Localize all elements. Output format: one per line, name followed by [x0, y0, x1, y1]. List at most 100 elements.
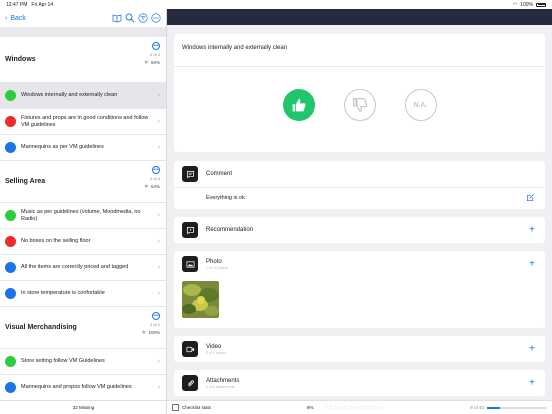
video-icon: [182, 341, 198, 357]
comment-text: Everything is ok: [206, 194, 245, 201]
star-icon: ★: [143, 60, 149, 66]
list-item[interactable]: Windows internally and externally clean …: [0, 83, 166, 109]
edit-icon[interactable]: [526, 193, 535, 202]
status-dot: [5, 288, 16, 299]
more-icon[interactable]: [151, 13, 161, 23]
thumbs-up-button[interactable]: [282, 89, 315, 121]
checklist-stats-bar[interactable]: Checklist stats 8% ☆☆☆☆☆☆☆☆☆☆☆☆ 9 of 40: [167, 400, 552, 414]
not-applicable-button[interactable]: N.A.: [404, 89, 437, 121]
photo-card: Photo 1 of 10 photos +: [174, 251, 545, 328]
chevron-right-icon: ›: [157, 118, 160, 125]
add-photo-icon[interactable]: +: [529, 259, 535, 270]
item-label: Music as per guidelines (volume, Moodmed…: [21, 208, 141, 222]
chevron-right-icon: ›: [157, 238, 160, 245]
status-dot: [5, 262, 16, 273]
chevron-right-icon: ›: [157, 144, 160, 151]
status-dot: [5, 90, 16, 101]
missing-label: 32 Missing: [72, 405, 95, 410]
section-header-visual-merchandising[interactable]: Visual Merchandising ••• 2 of 2 ★ 100%: [0, 307, 166, 349]
chevron-right-icon: ›: [157, 264, 160, 271]
thumbs-down-icon: [352, 98, 367, 113]
status-dot: [5, 116, 16, 127]
item-label: Windows internally and externally clean: [21, 92, 118, 99]
list-item[interactable]: Store setting follow VM Guidelines ›: [0, 349, 166, 375]
sidebar-spacer: [0, 27, 166, 37]
progress-bar: [487, 406, 547, 409]
stats-label: Checklist stats: [182, 405, 212, 410]
list-item[interactable]: Fixtures and props are in good condition…: [0, 109, 166, 135]
photo-label: Photo: [206, 258, 222, 265]
add-recommendation-icon[interactable]: +: [529, 225, 535, 236]
star-icon: ★: [143, 184, 149, 190]
thumbs-up-icon: [292, 98, 306, 112]
comment-label: Comment: [206, 171, 233, 177]
item-label: No boxes on the selling floor: [21, 238, 91, 245]
section-title: Visual Merchandising: [5, 324, 77, 331]
section-count: 2 of 2: [149, 322, 160, 327]
chevron-right-icon: ›: [157, 212, 160, 219]
detail-header-bar: [167, 9, 552, 25]
list-item[interactable]: All the items are correctly priced and t…: [0, 255, 166, 281]
section-percent: 100%: [148, 330, 160, 335]
wifi-icon: ◠: [512, 1, 518, 8]
filter-icon[interactable]: [138, 13, 148, 23]
video-card[interactable]: Video 0 of 1 videos +: [174, 336, 545, 362]
question-detail: Windows internally and externally clean …: [167, 9, 552, 414]
checklist-sidebar: ‹ Back Windows ••• 3 of 3 ★ 50% Windows i…: [0, 9, 167, 414]
section-header-windows[interactable]: Windows ••• 3 of 3 ★ 50%: [0, 37, 166, 83]
video-count: 0 of 1 videos: [206, 350, 226, 355]
stats-percent: 8%: [307, 405, 314, 410]
missing-count: 32 Missing: [0, 400, 166, 414]
status-dot: [5, 210, 16, 221]
status-time: 12:47 PM: [6, 1, 28, 8]
item-label: Mannequins as per VM guidelines: [21, 144, 104, 151]
question-card: Windows internally and externally clean …: [174, 34, 545, 152]
search-icon[interactable]: [125, 13, 135, 23]
chevron-right-icon: ›: [157, 92, 160, 99]
back-label: Back: [10, 14, 26, 22]
chevron-right-icon: ›: [157, 358, 160, 365]
attachments-card[interactable]: Attachments 0 of 1 attachments +: [174, 370, 545, 396]
chevron-left-icon: ‹: [5, 14, 8, 22]
status-dot: [5, 382, 16, 393]
recommendation-label: Recommendation: [206, 227, 254, 233]
chevron-right-icon: ›: [157, 384, 160, 391]
add-attachment-icon[interactable]: +: [529, 378, 535, 389]
list-item[interactable]: Music as per guidelines (volume, Moodmed…: [0, 203, 166, 229]
item-label: Store setting follow VM Guidelines: [21, 358, 105, 365]
section-more-icon[interactable]: •••: [152, 166, 160, 174]
section-more-icon[interactable]: •••: [152, 42, 160, 50]
battery-percent: 100%: [520, 1, 533, 8]
comment-field[interactable]: Everything is ok: [174, 187, 545, 207]
video-label: Video: [206, 343, 222, 350]
recommendation-card[interactable]: Recommendation +: [174, 217, 545, 243]
star-icon: ★: [141, 330, 147, 336]
recommendation-icon: [182, 222, 198, 238]
section-count: 3 of 3: [149, 52, 160, 57]
photo-icon: [182, 256, 198, 272]
add-video-icon[interactable]: +: [529, 344, 535, 355]
status-dot: [5, 142, 16, 153]
rating-stars: ☆☆☆☆☆☆☆☆☆☆☆☆: [323, 404, 384, 411]
section-percent: 54%: [150, 184, 160, 189]
list-item[interactable]: Mannequins as per VM guidelines ›: [0, 135, 166, 161]
section-header-selling-area[interactable]: Selling Area ••• 4 of 4 ★ 54%: [0, 161, 166, 203]
status-dot: [5, 236, 16, 247]
list-item[interactable]: No boxes on the selling floor ›: [0, 229, 166, 255]
attachments-count: 0 of 1 attachments: [206, 384, 235, 389]
photo-thumbnail[interactable]: [182, 281, 219, 318]
list-item[interactable]: Mannequins and propos follow VM guidelin…: [0, 375, 166, 401]
question-title: Windows internally and externally clean: [174, 34, 545, 67]
section-more-icon[interactable]: •••: [152, 312, 160, 320]
thumbs-down-button[interactable]: [343, 89, 376, 121]
stats-progress-text: 9 of 40: [470, 405, 484, 410]
back-button[interactable]: ‹ Back: [5, 15, 26, 22]
stats-icon: [172, 404, 179, 411]
comment-icon: [182, 166, 198, 182]
battery-icon: [536, 2, 546, 7]
list-item[interactable]: In store temperature is confortable ›: [0, 281, 166, 307]
book-icon[interactable]: [112, 13, 122, 23]
comment-card: Comment Everything is ok: [174, 161, 545, 209]
paperclip-icon: [182, 375, 198, 391]
status-bar: 12:47 PM Fri Apr 14 ◠ 100%: [0, 0, 552, 9]
